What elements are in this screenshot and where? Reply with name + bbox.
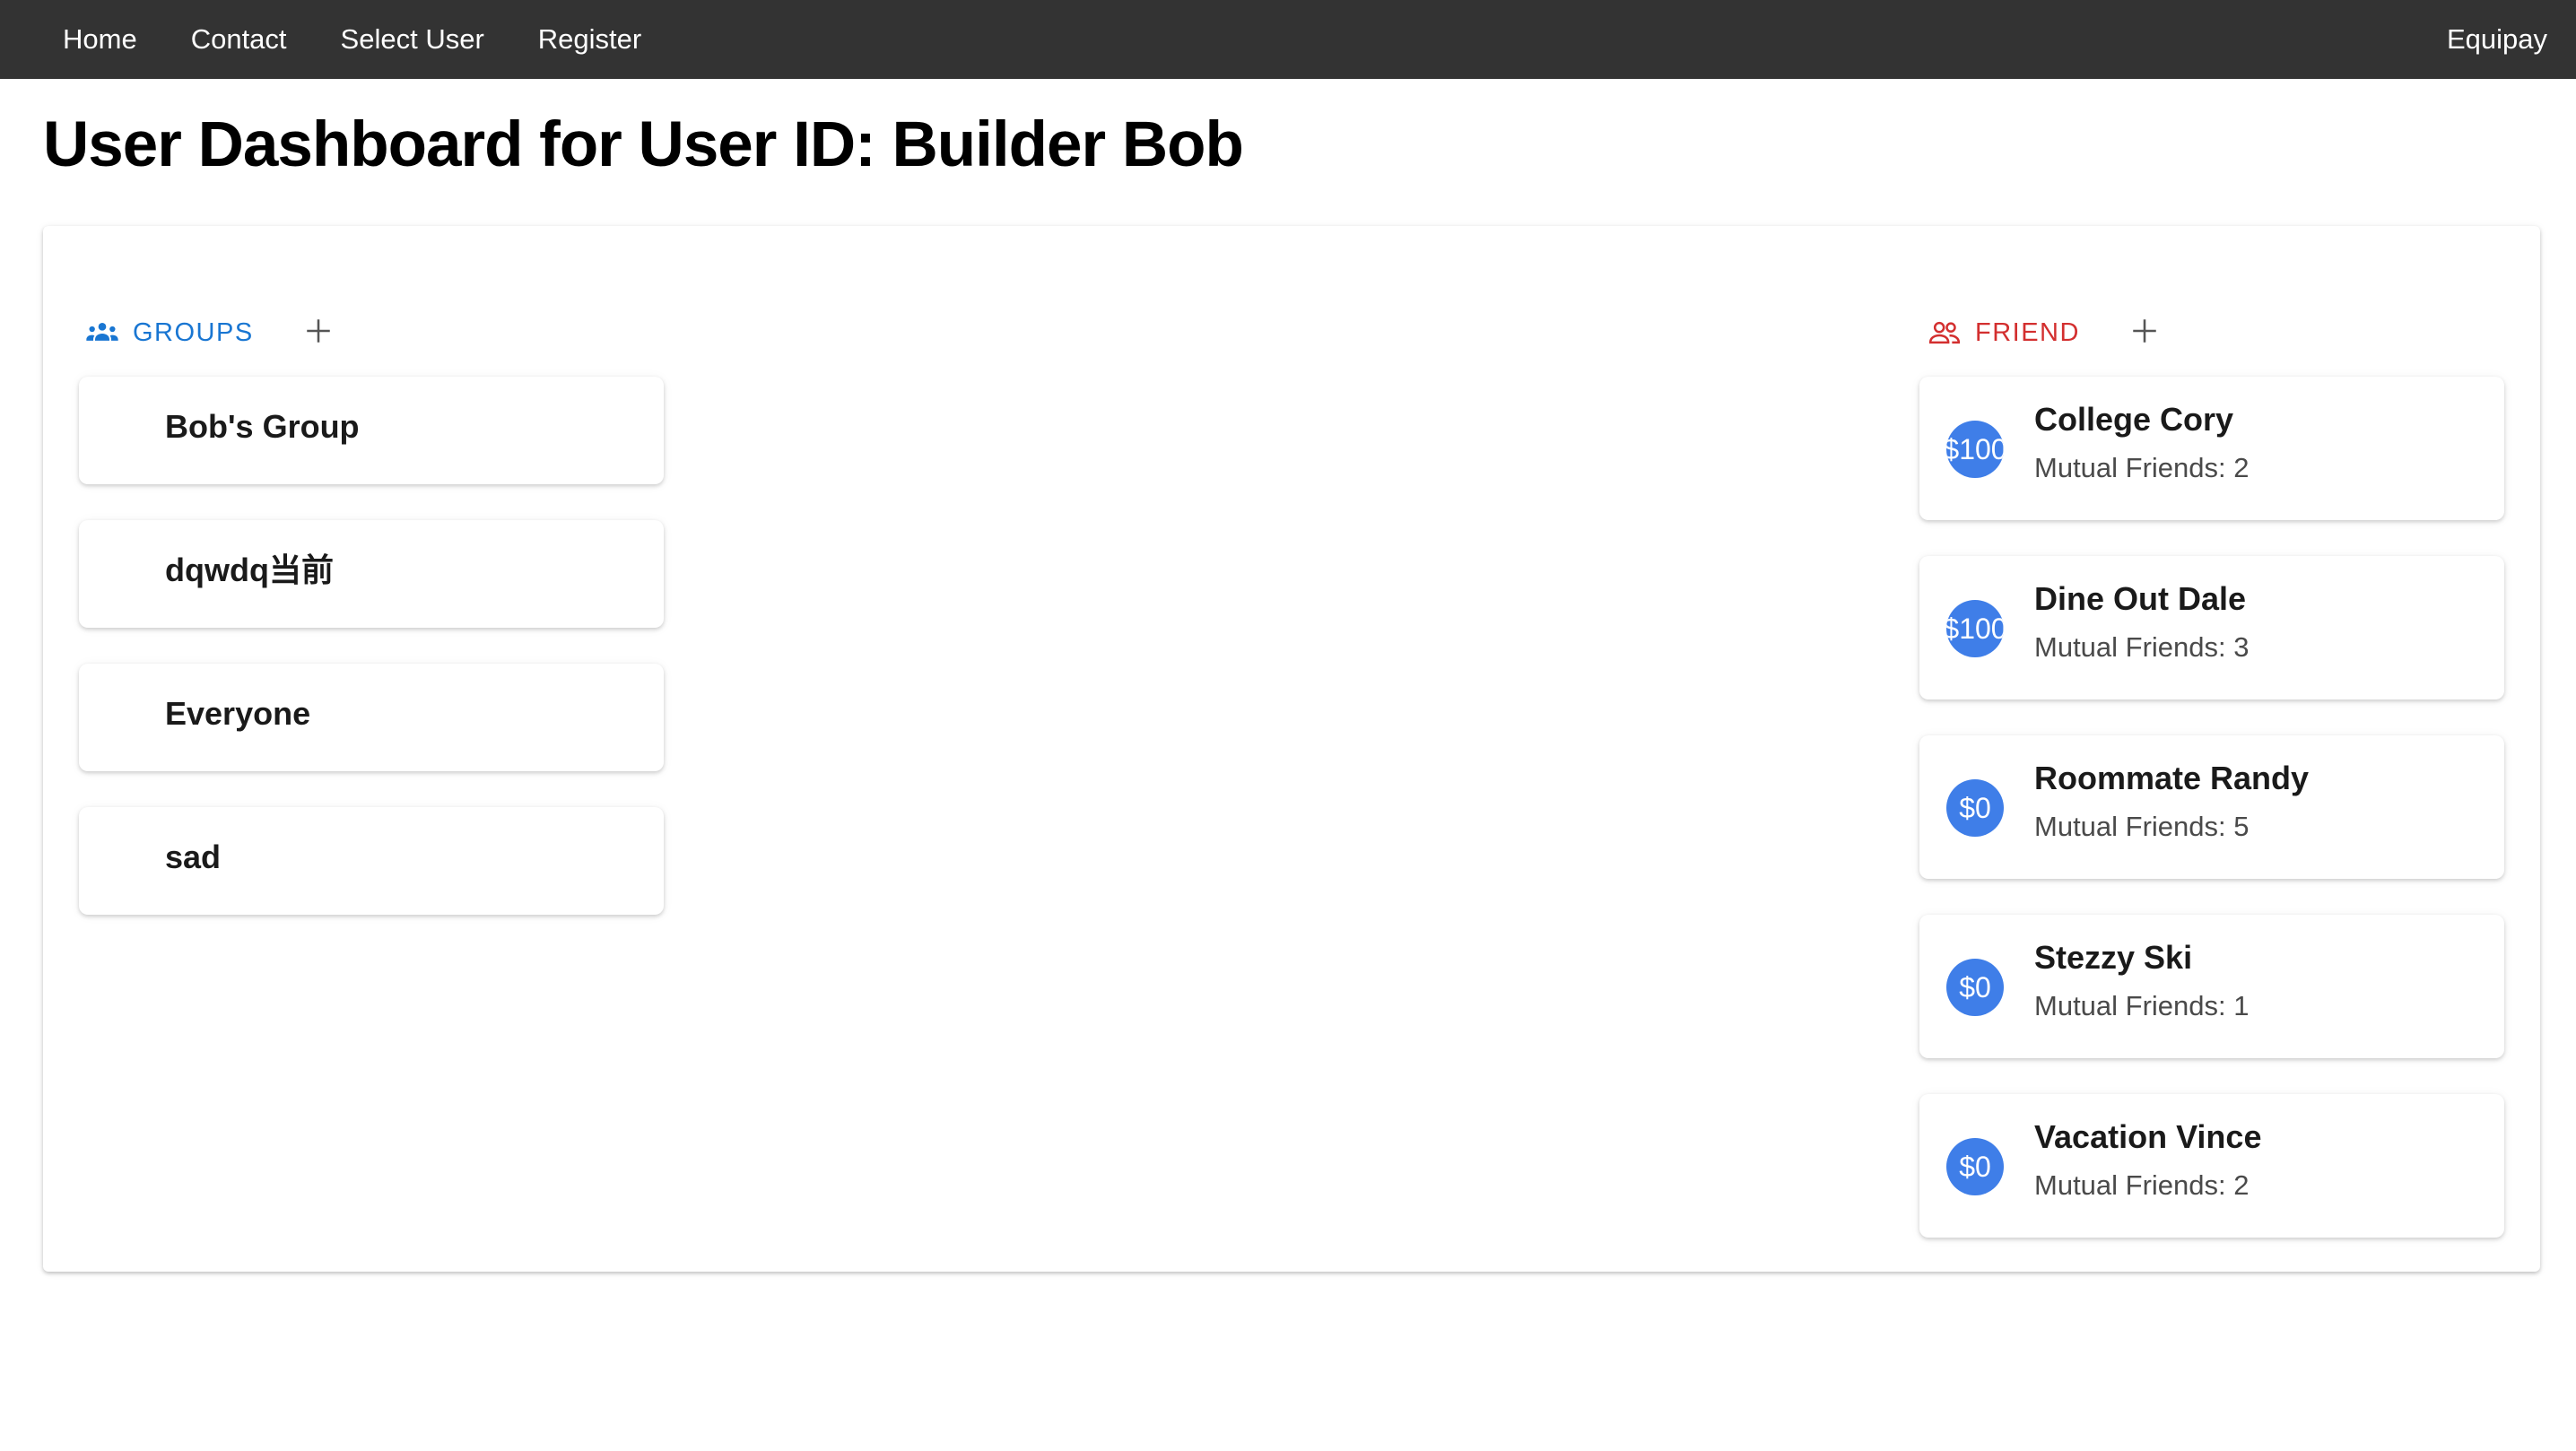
page-title: User Dashboard for User ID: Builder Bob: [43, 109, 1244, 180]
mutual-friends-count: Mutual Friends: 1: [2034, 990, 2250, 1021]
friends-header: FRIEND: [1927, 310, 2164, 355]
add-friend-button[interactable]: [2125, 313, 2164, 352]
top-nav-bar: Home Contact Select User Register Equipa…: [0, 0, 2576, 79]
mutual-friends-count: Mutual Friends: 2: [2034, 1169, 2250, 1201]
groups-tab[interactable]: GROUPS: [84, 315, 254, 351]
groups-header: GROUPS: [84, 310, 338, 355]
balance-avatar: $0: [1946, 1138, 2004, 1195]
group-name: sad: [165, 838, 222, 875]
plus-icon: [303, 316, 334, 351]
mutual-friends-count: Mutual Friends: 2: [2034, 452, 2250, 483]
nav-register-link[interactable]: Register: [538, 0, 641, 79]
group-name: Bob's Group: [165, 408, 360, 445]
brand-link[interactable]: Equipay: [2447, 0, 2547, 79]
friend-name: Stezzy Ski: [2034, 939, 2193, 976]
nav-contact-link[interactable]: Contact: [191, 0, 287, 79]
friend-name: Dine Out Dale: [2034, 580, 2247, 617]
groups-label: GROUPS: [133, 317, 254, 347]
group-name: Everyone: [165, 695, 311, 732]
friend-card[interactable]: $0 Stezzy Ski Mutual Friends: 1: [1919, 915, 2504, 1058]
friend-card[interactable]: $100 College Cory Mutual Friends: 2: [1919, 377, 2504, 520]
nav-select-user-link[interactable]: Select User: [341, 0, 484, 79]
friends-tab[interactable]: FRIEND: [1927, 315, 2080, 351]
friend-card[interactable]: $0 Roommate Randy Mutual Friends: 5: [1919, 735, 2504, 879]
friend-card[interactable]: $0 Vacation Vince Mutual Friends: 2: [1919, 1094, 2504, 1238]
nav-links: Home Contact Select User Register: [63, 0, 695, 79]
group-card[interactable]: Bob's Group: [79, 377, 664, 484]
mutual-friends-count: Mutual Friends: 3: [2034, 631, 2250, 663]
friend-name: Roommate Randy: [2034, 760, 2310, 796]
friend-list: $100 College Cory Mutual Friends: 2 $100…: [1919, 377, 2504, 1273]
groups-icon: [84, 315, 120, 351]
friend-name: College Cory: [2034, 401, 2234, 438]
nav-home-link[interactable]: Home: [63, 0, 137, 79]
group-list: Bob's Group dqwdq当前 Everyone sad: [79, 377, 664, 951]
group-card[interactable]: dqwdq当前: [79, 520, 664, 628]
friend-card[interactable]: $100 Dine Out Dale Mutual Friends: 3: [1919, 556, 2504, 699]
balance-avatar: $0: [1946, 779, 2004, 837]
friend-name: Vacation Vince: [2034, 1118, 2262, 1155]
balance-avatar: $100: [1946, 600, 2004, 657]
people-outline-icon: [1927, 315, 1962, 351]
group-card[interactable]: sad: [79, 807, 664, 915]
mutual-friends-count: Mutual Friends: 5: [2034, 811, 2250, 842]
group-name: dqwdq当前: [165, 552, 334, 588]
plus-icon: [2129, 316, 2160, 351]
balance-avatar: $0: [1946, 959, 2004, 1016]
balance-avatar: $100: [1946, 421, 2004, 478]
add-group-button[interactable]: [299, 313, 338, 352]
group-card[interactable]: Everyone: [79, 664, 664, 771]
friends-label: FRIEND: [1975, 317, 2080, 347]
